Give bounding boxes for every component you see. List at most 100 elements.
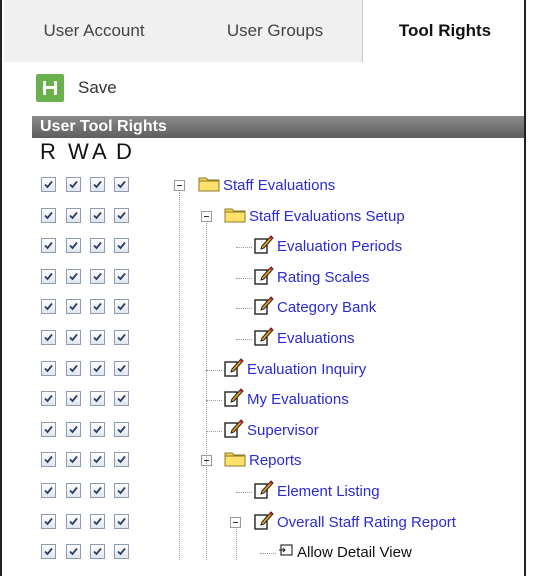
tree-node-label[interactable]: Allow Detail View bbox=[297, 544, 412, 561]
edit-tool-icon bbox=[254, 265, 274, 290]
rights-checkbox-r[interactable] bbox=[41, 268, 56, 284]
rights-checkbox-r[interactable] bbox=[41, 544, 56, 560]
rights-checkbox-a[interactable] bbox=[90, 452, 105, 468]
rights-checkbox-r[interactable] bbox=[41, 177, 56, 192]
tree-row: Allow Detail View bbox=[2, 537, 526, 568]
rights-checkbox-d[interactable] bbox=[114, 177, 129, 192]
tab-user-groups[interactable]: User Groups bbox=[190, 0, 360, 62]
tree-node: Category Bank bbox=[254, 292, 376, 323]
tree-node-label[interactable]: Staff Evaluations bbox=[223, 177, 335, 194]
rights-checkbox-d[interactable] bbox=[114, 238, 129, 254]
rights-checkbox-d[interactable] bbox=[114, 391, 129, 407]
edit-tool-icon bbox=[254, 295, 274, 320]
tree-node: Supervisor bbox=[224, 415, 319, 446]
rights-checkbox-w[interactable] bbox=[66, 391, 81, 407]
rights-checkbox-d[interactable] bbox=[114, 452, 129, 468]
rights-checkbox-r[interactable] bbox=[41, 299, 56, 315]
rights-checkbox-a[interactable] bbox=[90, 207, 105, 223]
save-label: Save bbox=[78, 78, 117, 97]
save-icon bbox=[36, 74, 64, 102]
rights-checkbox-a[interactable] bbox=[90, 421, 105, 437]
rights-checkbox-w[interactable] bbox=[66, 207, 81, 223]
rights-checkbox-w[interactable] bbox=[66, 268, 81, 284]
rights-checkbox-d[interactable] bbox=[114, 421, 129, 437]
rights-checkbox-d[interactable] bbox=[114, 268, 129, 284]
rights-checkbox-a[interactable] bbox=[90, 513, 105, 529]
rights-checkbox-r[interactable] bbox=[41, 452, 56, 468]
tree-node-label[interactable]: Staff Evaluations Setup bbox=[249, 208, 405, 225]
tree-expander[interactable] bbox=[230, 516, 241, 528]
tree-node-label[interactable]: Evaluations bbox=[277, 330, 355, 347]
rights-checkbox-r[interactable] bbox=[41, 513, 56, 529]
rights-checkbox-a[interactable] bbox=[90, 360, 105, 376]
rights-checkbox-a[interactable] bbox=[90, 177, 105, 192]
tree-node-label[interactable]: Element Listing bbox=[277, 483, 380, 500]
tree-row: Reports bbox=[2, 445, 526, 476]
rights-checkbox-a[interactable] bbox=[90, 544, 105, 560]
tree-guide-line bbox=[236, 529, 237, 560]
rights-checkbox-w[interactable] bbox=[66, 421, 81, 437]
folder-icon bbox=[224, 205, 246, 228]
rights-checkbox-w[interactable] bbox=[66, 513, 81, 529]
rights-checkbox-r[interactable] bbox=[41, 330, 56, 345]
tree-node-label[interactable]: Evaluation Inquiry bbox=[247, 361, 366, 378]
tab-tool-rights[interactable]: Tool Rights bbox=[362, 0, 527, 63]
rights-checkbox-d[interactable] bbox=[114, 207, 129, 223]
edit-tool-icon bbox=[224, 357, 244, 382]
tree-node: Staff Evaluations Setup bbox=[224, 201, 405, 232]
rights-checkbox-a[interactable] bbox=[90, 268, 105, 284]
tree-connector bbox=[236, 277, 252, 279]
rights-checkbox-r[interactable] bbox=[41, 207, 56, 223]
tree-node-label[interactable]: Reports bbox=[249, 452, 302, 469]
tree-connector bbox=[206, 369, 222, 371]
tree-row: Staff Evaluations Setup bbox=[2, 201, 526, 232]
rights-checkbox-w[interactable] bbox=[66, 360, 81, 376]
tree-row: Rating Scales bbox=[2, 262, 526, 293]
tree-connector bbox=[236, 339, 252, 340]
tree-node: My Evaluations bbox=[224, 384, 349, 415]
tree-expander[interactable] bbox=[201, 210, 212, 222]
tab-user-account[interactable]: User Account bbox=[14, 0, 174, 62]
save-button[interactable]: Save bbox=[36, 74, 117, 102]
tree-node-label[interactable]: Overall Staff Rating Report bbox=[277, 514, 456, 531]
rights-checkbox-r[interactable] bbox=[41, 483, 56, 498]
section-header: User Tool Rights bbox=[32, 116, 526, 138]
rights-checkbox-d[interactable] bbox=[114, 544, 129, 560]
edit-tool-icon bbox=[254, 479, 274, 504]
tree-node-label[interactable]: Category Bank bbox=[277, 299, 376, 316]
column-header-d: D bbox=[116, 139, 132, 164]
rights-checkbox-w[interactable] bbox=[66, 299, 81, 315]
rights-checkbox-d[interactable] bbox=[114, 299, 129, 315]
tree-row: Evaluations bbox=[2, 323, 526, 354]
rights-checkbox-d[interactable] bbox=[114, 483, 129, 498]
rights-checkbox-w[interactable] bbox=[66, 177, 81, 192]
rights-checkbox-w[interactable] bbox=[66, 544, 81, 560]
rights-checkbox-r[interactable] bbox=[41, 391, 56, 407]
rights-checkbox-r[interactable] bbox=[41, 360, 56, 376]
tree-expander[interactable] bbox=[174, 180, 185, 191]
rights-checkbox-d[interactable] bbox=[114, 330, 129, 345]
rights-checkbox-a[interactable] bbox=[90, 330, 105, 345]
rights-checkbox-d[interactable] bbox=[114, 360, 129, 376]
rights-checkbox-a[interactable] bbox=[90, 238, 105, 254]
rights-checkbox-a[interactable] bbox=[90, 391, 105, 407]
rights-checkbox-w[interactable] bbox=[66, 330, 81, 345]
tree-node-label[interactable]: Evaluation Periods bbox=[277, 238, 402, 255]
rights-checkbox-w[interactable] bbox=[66, 452, 81, 468]
rights-checkbox-w[interactable] bbox=[66, 483, 81, 498]
tree-connector bbox=[236, 308, 252, 310]
right-border bbox=[524, 0, 526, 576]
rights-checkbox-w[interactable] bbox=[66, 238, 81, 254]
edit-tool-icon bbox=[254, 326, 274, 351]
rights-checkbox-a[interactable] bbox=[90, 483, 105, 498]
rights-checkbox-r[interactable] bbox=[41, 421, 56, 437]
tree-row: My Evaluations bbox=[2, 384, 526, 415]
tree-node: Evaluations bbox=[254, 323, 355, 354]
tree-node-label[interactable]: Rating Scales bbox=[277, 269, 370, 286]
tree-node-label[interactable]: My Evaluations bbox=[247, 391, 349, 408]
tree-node-label[interactable]: Supervisor bbox=[247, 422, 319, 439]
rights-checkbox-d[interactable] bbox=[114, 513, 129, 529]
folder-icon bbox=[224, 449, 246, 472]
rights-checkbox-r[interactable] bbox=[41, 238, 56, 254]
rights-checkbox-a[interactable] bbox=[90, 299, 105, 315]
